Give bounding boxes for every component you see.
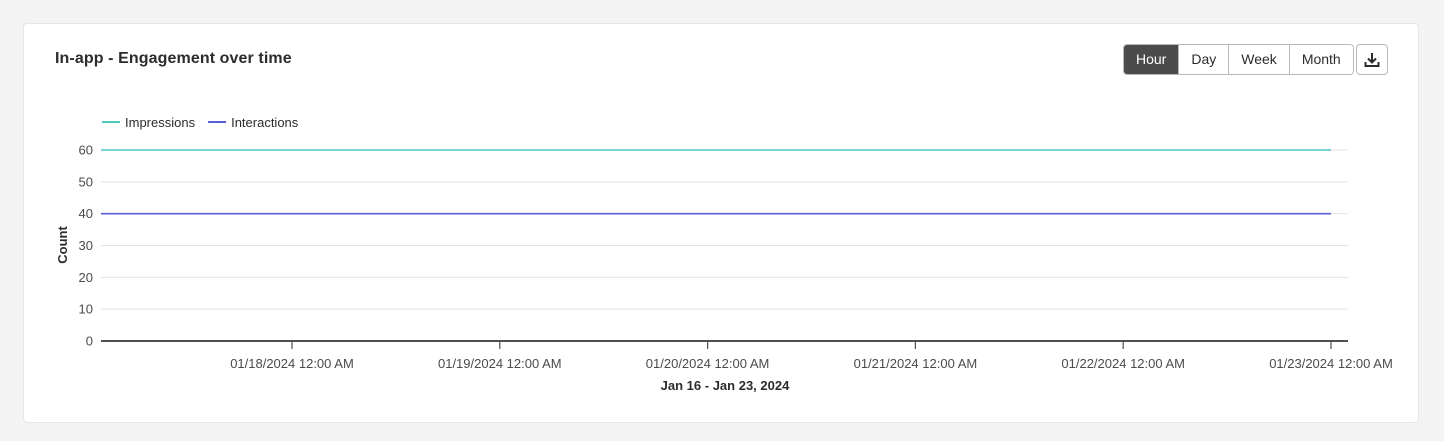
engagement-chart: Impressions Interactions 0 10 20 30 40 50 60 01… [55,115,1393,393]
chart-gridlines [101,149,1348,310]
x-axis: 01/18/2024 12:00 AM 01/19/2024 12:00 AM 01… [101,340,1393,371]
x-tick-label: 01/20/2024 12:00 AM [646,356,770,371]
x-tick-label: 01/21/2024 12:00 AM [854,356,978,371]
y-axis: 0 10 20 30 40 50 60 [79,143,93,349]
legend-label: Interactions [231,115,299,130]
x-tick-label: 01/19/2024 12:00 AM [438,356,562,371]
y-tick-label: 10 [79,302,93,317]
y-tick-label: 30 [79,238,93,253]
y-tick-label: 60 [79,143,93,158]
y-tick-label: 50 [79,174,93,189]
x-tick-label: 01/23/2024 12:00 AM [1269,356,1393,371]
chart-legend: Impressions Interactions [102,115,299,130]
y-tick-label: 40 [79,206,93,221]
x-axis-label: Jan 16 - Jan 23, 2024 [661,378,790,393]
x-tick-label: 01/22/2024 12:00 AM [1061,356,1185,371]
legend-label: Impressions [125,115,196,130]
y-axis-label: Count [55,226,70,264]
x-tick-label: 01/18/2024 12:00 AM [230,356,354,371]
y-tick-label: 0 [86,334,93,349]
y-tick-label: 20 [79,270,93,285]
